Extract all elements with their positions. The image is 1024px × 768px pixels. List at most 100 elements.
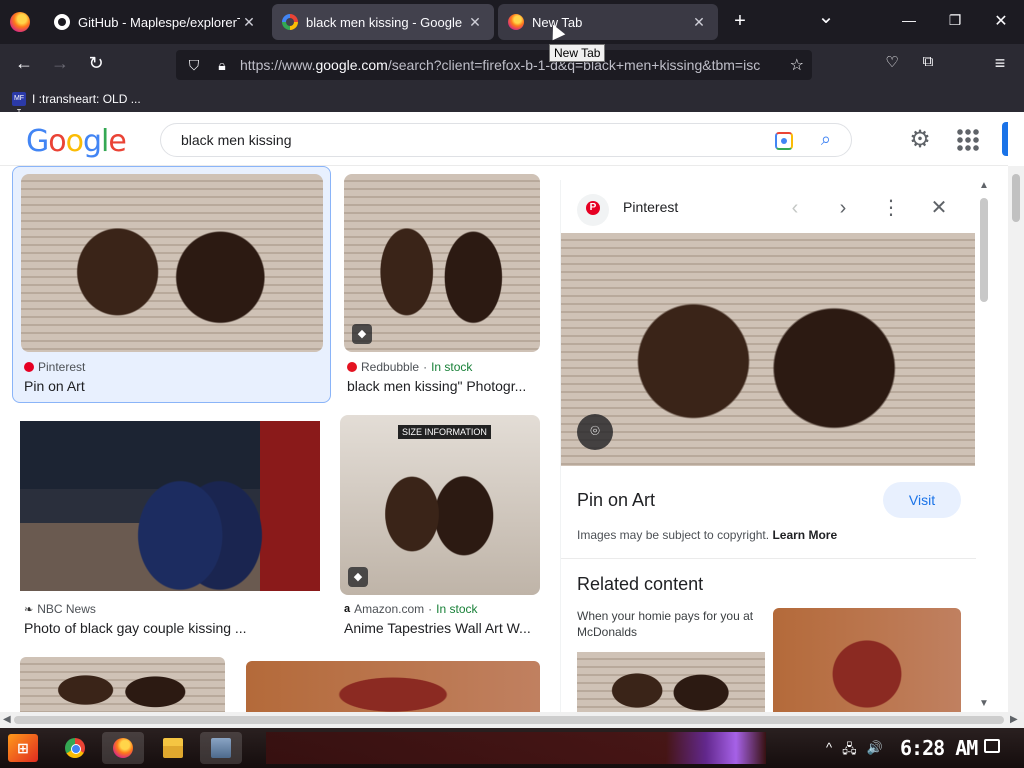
google-logo-letter: e <box>108 124 126 159</box>
taskbar: ⊞ ^ 🖧 🔊 6:28 AM <box>0 728 1024 768</box>
google-logo-letter: G <box>26 124 49 159</box>
related-item[interactable] <box>773 608 961 712</box>
scroll-down-icon[interactable]: ▼ <box>979 698 989 709</box>
restore-button[interactable]: ❐ <box>942 12 968 29</box>
panel-scrollbar-thumb[interactable] <box>980 198 988 302</box>
pocket-icon[interactable]: ♡ <box>880 53 904 71</box>
result-thumbnail[interactable] <box>20 421 320 591</box>
close-window-button[interactable]: ✕ <box>988 11 1014 31</box>
system-tray: ^ 🖧 🔊 <box>826 740 883 762</box>
related-thumbnail[interactable] <box>577 652 765 712</box>
menu-hamburger-icon[interactable]: ≡ <box>988 53 1012 74</box>
result-thumbnail[interactable]: SIZE INFORMATION ◆ <box>340 415 540 595</box>
start-button[interactable]: ⊞ <box>8 734 38 762</box>
close-icon[interactable]: ✕ <box>925 194 953 222</box>
tracking-shield-icon[interactable]: ⛉ <box>184 57 204 74</box>
scroll-up-icon[interactable]: ▲ <box>979 180 989 191</box>
taskbar-chrome[interactable] <box>54 732 96 764</box>
taskbar-app[interactable] <box>200 732 242 764</box>
notification-icon[interactable] <box>984 739 1000 753</box>
tab-new-tab[interactable]: New Tab ✕ <box>498 4 718 40</box>
panel-source[interactable]: Pinterest <box>623 199 678 215</box>
panel-title[interactable]: Pin on Art <box>577 490 655 511</box>
tab-bar: GitHub - Maplespe/explorerT ✕ black men … <box>0 0 1024 44</box>
horizontal-scrollbar-thumb[interactable] <box>14 716 1004 724</box>
next-arrow-icon[interactable]: › <box>829 194 857 222</box>
related-item[interactable]: When your homie pays for you at McDonald… <box>577 608 765 712</box>
page-scrollbar-thumb[interactable] <box>1012 174 1020 222</box>
tab-github[interactable]: GitHub - Maplespe/explorerT ✕ <box>44 4 268 40</box>
result-source-name: NBC News <box>37 602 96 616</box>
search-input[interactable]: black men kissing <box>181 132 292 148</box>
result-source: Redbubble · In stock <box>347 360 472 374</box>
window-app-icon <box>211 738 231 758</box>
scroll-right-icon[interactable]: ▶ <box>1010 714 1018 725</box>
back-arrow-icon[interactable]: ← <box>12 53 36 74</box>
image-preview-panel: Pinterest ‹ › ⋮ ✕ ⌾ Pin on Art Visit Ima… <box>560 180 976 712</box>
pinterest-icon <box>24 362 34 372</box>
url-prefix: https://www. <box>240 57 316 73</box>
firefox-icon <box>508 14 524 30</box>
visit-button[interactable]: Visit <box>883 482 961 518</box>
folder-icon <box>163 738 183 758</box>
horizontal-scrollbar[interactable]: ◀ ▶ <box>0 712 1024 728</box>
minimize-button[interactable]: — <box>896 12 922 28</box>
volume-icon[interactable]: 🔊 <box>867 740 883 762</box>
bookmarks-toolbar: MF T I :transheart: OLD ... <box>0 86 1024 116</box>
google-apps-icon[interactable] <box>956 128 980 152</box>
bookmark-star-icon[interactable]: ☆ <box>790 55 804 75</box>
google-header: Google black men kissing ⌕ ⚙ <box>0 112 1008 166</box>
close-tab-icon[interactable]: ✕ <box>240 14 258 31</box>
new-tab-button[interactable]: + <box>727 10 753 33</box>
firefox-icon[interactable] <box>10 12 30 32</box>
list-all-tabs-button[interactable]: ⌄ <box>813 4 839 29</box>
size-information-label: SIZE INFORMATION <box>398 425 491 439</box>
reload-icon[interactable]: ↻ <box>84 53 108 74</box>
close-tab-icon[interactable]: ✕ <box>466 14 484 31</box>
pinterest-icon <box>577 194 609 226</box>
learn-more-link[interactable]: Learn More <box>772 528 837 542</box>
tab-title: black men kissing - Google Se <box>306 14 466 30</box>
chrome-icon <box>65 738 85 758</box>
taskbar-file-explorer[interactable] <box>152 732 194 764</box>
scroll-left-icon[interactable]: ◀ <box>3 714 11 725</box>
result-thumbnail[interactable] <box>246 661 540 712</box>
result-title[interactable]: Anime Tapestries Wall Art W... <box>344 620 540 636</box>
gear-icon[interactable]: ⚙ <box>906 125 934 153</box>
result-title[interactable]: Photo of black gay couple kissing ... <box>24 620 324 636</box>
extensions-icon[interactable]: ⧉ <box>916 53 940 70</box>
taskbar-firefox[interactable] <box>102 732 144 764</box>
page-scrollbar[interactable] <box>1008 166 1024 712</box>
copyright-text: Images may be subject to copyright. <box>577 528 770 542</box>
copyright-notice: Images may be subject to copyright. Lear… <box>577 528 837 542</box>
bookmark-item[interactable]: I :transheart: OLD ... <box>32 92 141 106</box>
panel-scrollbar[interactable]: ▲ ▼ <box>978 180 990 712</box>
address-bar[interactable]: ⛉ 🔒︎ https://www.google.com/search?clien… <box>176 50 812 80</box>
taskbar-clock[interactable]: 6:28 AM <box>900 736 978 760</box>
separator-dot: · <box>428 602 433 616</box>
tab-google-search[interactable]: black men kissing - Google Se ✕ <box>272 4 494 40</box>
lock-icon[interactable]: 🔒︎ <box>212 57 232 74</box>
result-thumbnail[interactable]: ◆ <box>344 174 540 352</box>
previous-arrow-icon[interactable]: ‹ <box>781 194 809 222</box>
lens-search-icon[interactable]: ⌾ <box>577 414 613 450</box>
result-title[interactable]: black men kissing" Photogr... <box>347 378 539 394</box>
preview-image[interactable] <box>561 233 975 466</box>
more-options-icon[interactable]: ⋮ <box>877 194 905 222</box>
tray-expand-icon[interactable]: ^ <box>826 740 832 762</box>
google-lens-icon[interactable] <box>775 132 793 150</box>
result-thumbnail[interactable] <box>20 657 225 712</box>
forward-arrow-icon[interactable]: → <box>48 53 72 74</box>
search-box[interactable]: black men kissing ⌕ <box>160 123 852 157</box>
close-tab-icon[interactable]: ✕ <box>690 14 708 31</box>
result-title[interactable]: Pin on Art <box>24 378 324 394</box>
network-icon[interactable]: 🖧 <box>842 740 857 762</box>
redbubble-icon <box>347 362 357 372</box>
result-thumbnail[interactable] <box>21 174 323 352</box>
search-icon[interactable]: ⌕ <box>821 129 831 150</box>
google-logo[interactable]: Google <box>26 124 127 159</box>
sign-in-button[interactable] <box>1002 122 1008 156</box>
url-text[interactable]: https://www.google.com/search?client=fir… <box>240 57 790 73</box>
google-logo-letter: o <box>65 124 84 159</box>
result-source: ❧ NBC News <box>24 602 96 616</box>
